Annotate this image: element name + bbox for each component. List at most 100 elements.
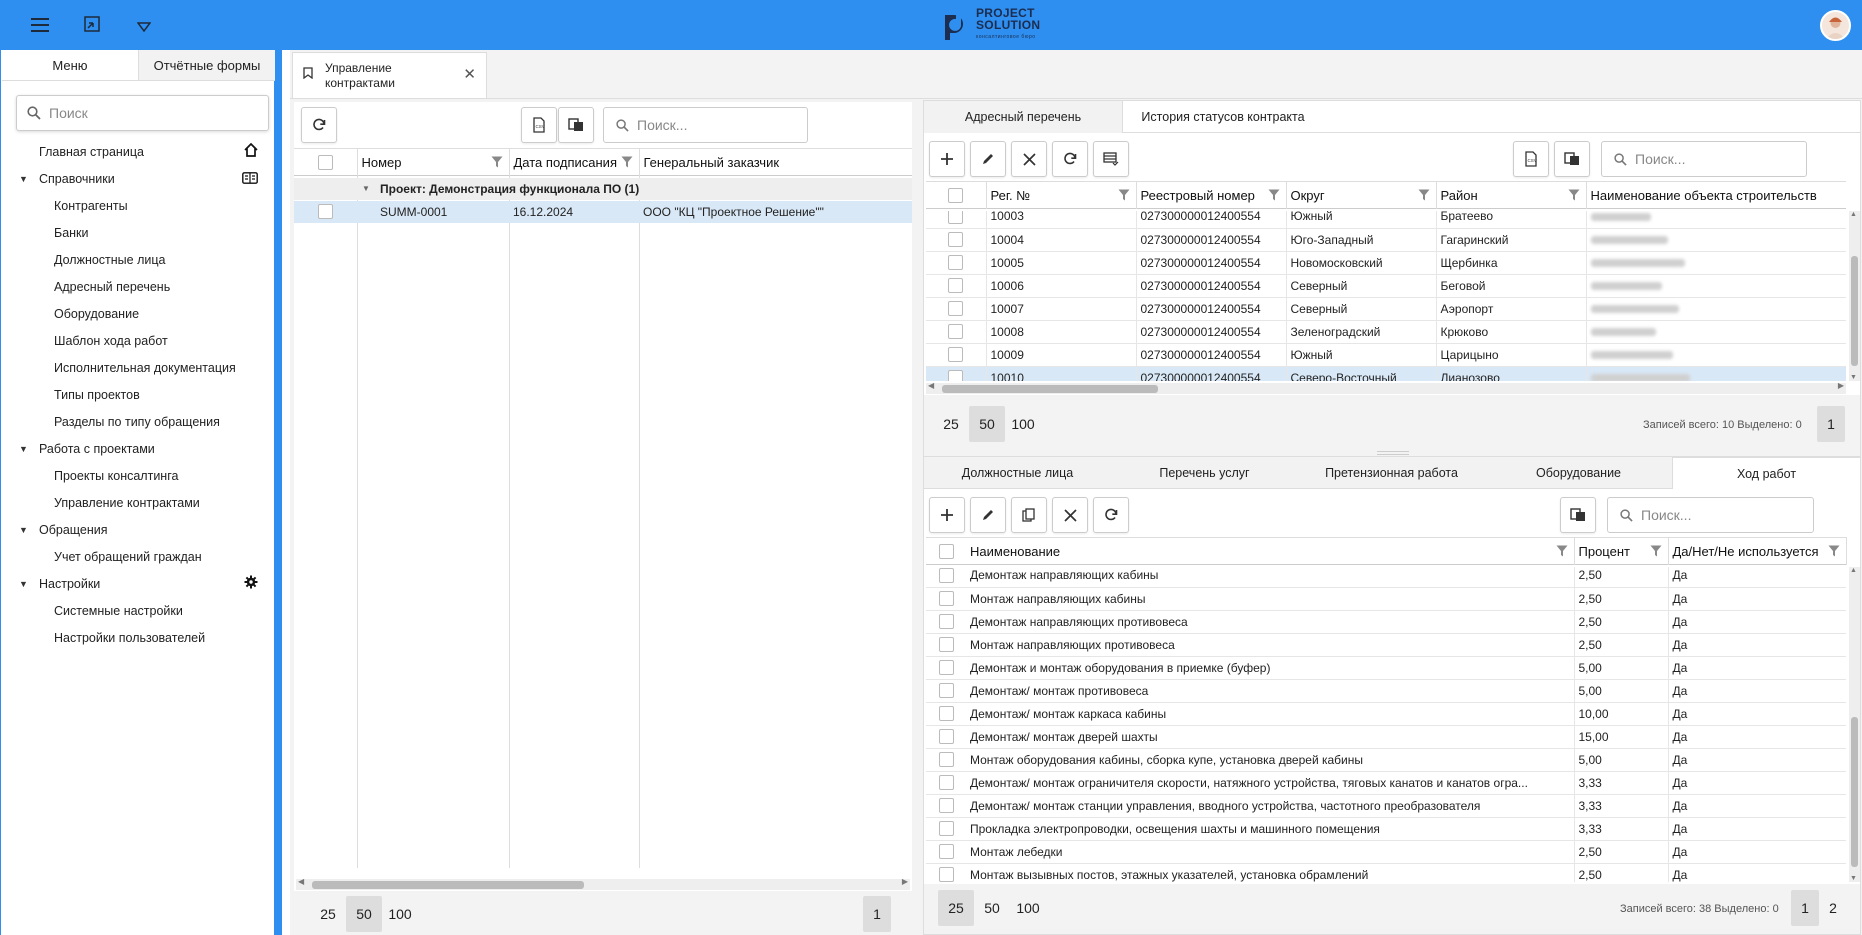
copy-button[interactable] xyxy=(1560,497,1596,533)
page-size-50[interactable]: 50 xyxy=(974,890,1010,926)
sidebar-item-contract-management[interactable]: Управление контрактами xyxy=(2,490,275,517)
filter-icon[interactable] xyxy=(621,156,633,171)
select-all-checkbox[interactable] xyxy=(926,181,987,209)
column-registry-number[interactable]: Реестровый номер xyxy=(1136,181,1287,209)
sidebar-search[interactable] xyxy=(16,95,269,131)
hamburger-menu-icon[interactable] xyxy=(26,12,54,40)
sidebar-item-banks[interactable]: Банки xyxy=(2,220,275,247)
page-2[interactable]: 2 xyxy=(1819,890,1847,926)
row-checkbox[interactable] xyxy=(948,232,964,248)
sidebar-item-requests[interactable]: ▼ Обращения xyxy=(2,517,275,544)
page-size-100[interactable]: 100 xyxy=(1005,406,1041,442)
row-checkbox[interactable] xyxy=(938,821,954,837)
sidebar-item-project-types[interactable]: Типы проектов xyxy=(2,382,275,409)
table-row[interactable]: 10006 027300000012400554 Северный Беговой xyxy=(926,274,1846,297)
export-csv-button[interactable]: CSV xyxy=(1513,141,1549,177)
page-size-25[interactable]: 25 xyxy=(933,406,969,442)
row-checkbox[interactable] xyxy=(948,301,964,317)
column-reg-number[interactable]: Рег. № xyxy=(986,181,1137,209)
table-row[interactable]: Демонтаж направляющих противовеса 2,50 Да xyxy=(926,610,1846,633)
table-row[interactable]: Демонтаж/ монтаж каркаса кабины 10,00 Да xyxy=(926,702,1846,725)
horizontal-scrollbar[interactable]: ◀ ▶ xyxy=(296,877,910,890)
table-row[interactable]: 10010 027300000012400554 Северо-Восточный Л… xyxy=(926,366,1846,381)
table-row[interactable]: Демонтаж/ монтаж дверей шахты 15,00 Да xyxy=(926,725,1846,748)
tab-services-list[interactable]: Перечень услуг xyxy=(1111,457,1298,489)
row-checkbox[interactable] xyxy=(938,844,954,860)
table-row[interactable]: Прокладка электропроводки, освещения шах… xyxy=(926,817,1846,840)
column-name[interactable]: Наименование xyxy=(966,537,1575,565)
column-number[interactable]: Номер xyxy=(357,148,510,176)
filter-icon[interactable] xyxy=(1418,189,1430,204)
select-all-checkbox[interactable] xyxy=(294,148,358,176)
table-row[interactable]: 10003 027300000012400554 Южный Братеево xyxy=(926,211,1846,228)
filter-icon[interactable] xyxy=(1268,189,1280,204)
table-row[interactable]: 10007 027300000012400554 Северный Аэропорт xyxy=(926,297,1846,320)
filter-icon[interactable] xyxy=(1568,189,1580,204)
edit-button[interactable] xyxy=(970,141,1006,177)
vertical-scrollbar[interactable]: ▲ ▼ xyxy=(1849,567,1860,882)
sidebar-item-system-settings[interactable]: Системные настройки xyxy=(2,598,275,625)
sidebar-item-project-work[interactable]: ▼ Работа с проектами xyxy=(2,436,275,463)
tab-contract-status-history[interactable]: История статусов контракта xyxy=(1123,101,1323,133)
row-checkbox[interactable] xyxy=(938,798,954,814)
page-1[interactable]: 1 xyxy=(1791,890,1819,926)
add-button[interactable] xyxy=(929,497,965,533)
edit-button[interactable] xyxy=(970,497,1006,533)
sidebar-item-request-sections[interactable]: Разделы по типу обращения xyxy=(2,409,275,436)
page-size-100[interactable]: 100 xyxy=(1010,890,1046,926)
row-checkbox[interactable] xyxy=(948,255,964,271)
works-search-input[interactable] xyxy=(1641,507,1791,523)
copy-button[interactable] xyxy=(1554,141,1590,177)
row-checkbox[interactable] xyxy=(948,324,964,340)
contracts-search[interactable] xyxy=(603,107,808,143)
table-row[interactable]: Монтаж вызывных постов, этажных указател… xyxy=(926,863,1846,882)
row-checkbox[interactable] xyxy=(938,683,954,699)
table-row[interactable]: Демонтаж/ монтаж противовеса 5,00 Да xyxy=(926,679,1846,702)
row-checkbox[interactable] xyxy=(938,614,954,630)
sidebar-item-user-settings[interactable]: Настройки пользователей xyxy=(2,625,275,652)
table-row[interactable]: 10009 027300000012400554 Южный Царицыно xyxy=(926,343,1846,366)
sidebar-item-settings[interactable]: ▼ Настройки xyxy=(2,571,275,598)
row-checkbox[interactable] xyxy=(938,637,954,653)
column-object-name[interactable]: Наименование объекта строительств xyxy=(1586,182,1846,209)
sidebar-search-input[interactable] xyxy=(49,105,249,121)
refresh-button[interactable] xyxy=(1093,497,1129,533)
refresh-button[interactable] xyxy=(1052,141,1088,177)
close-icon[interactable]: ✕ xyxy=(463,65,476,83)
sidebar-item-counterparties[interactable]: Контрагенты xyxy=(2,193,275,220)
row-checkbox[interactable] xyxy=(318,204,333,219)
table-row[interactable]: Демонтаж/ монтаж станции управления, вво… xyxy=(926,794,1846,817)
column-yes-no[interactable]: Да/Нет/Не используется xyxy=(1668,537,1847,565)
tab-contract-management[interactable]: Управление контрактами ✕ xyxy=(292,52,487,98)
column-area[interactable]: Район xyxy=(1436,181,1587,209)
page-size-100[interactable]: 100 xyxy=(382,896,418,932)
horizontal-scrollbar[interactable]: ◀ ▶ xyxy=(926,381,1846,394)
tab-officials[interactable]: Должностные лица xyxy=(924,457,1111,489)
page-size-50[interactable]: 50 xyxy=(969,406,1005,442)
filter-icon[interactable] xyxy=(491,156,503,171)
tab-menu[interactable]: Меню xyxy=(2,50,138,80)
refresh-button[interactable] xyxy=(301,107,337,143)
contracts-search-input[interactable] xyxy=(637,117,787,133)
sidebar-item-work-template[interactable]: Шаблон хода работ xyxy=(2,328,275,355)
address-search[interactable] xyxy=(1601,141,1807,177)
sidebar-item-officials[interactable]: Должностные лица xyxy=(2,247,275,274)
column-general-customer[interactable]: Генеральный заказчик xyxy=(639,149,912,176)
row-checkbox[interactable] xyxy=(938,729,954,745)
dropdown-triangle-icon[interactable] xyxy=(130,12,158,40)
delete-button[interactable] xyxy=(1052,497,1088,533)
page-size-50[interactable]: 50 xyxy=(346,896,382,932)
filter-icon[interactable] xyxy=(1828,545,1840,560)
works-search[interactable] xyxy=(1607,497,1814,533)
table-row[interactable]: 10008 027300000012400554 Зеленоградский Крю… xyxy=(926,320,1846,343)
caret-down-icon[interactable]: ▼ xyxy=(362,178,370,200)
tab-claims-work[interactable]: Претензионная работа xyxy=(1298,457,1485,489)
page-1[interactable]: 1 xyxy=(863,896,891,932)
select-all-checkbox[interactable] xyxy=(926,538,966,565)
row-checkbox[interactable] xyxy=(938,567,954,583)
tab-equipment[interactable]: Оборудование xyxy=(1485,457,1672,489)
address-search-input[interactable] xyxy=(1635,151,1785,167)
filter-icon[interactable] xyxy=(1118,189,1130,204)
table-row[interactable]: Монтаж направляющих кабины 2,50 Да xyxy=(926,587,1846,610)
filter-icon[interactable] xyxy=(1556,545,1568,560)
